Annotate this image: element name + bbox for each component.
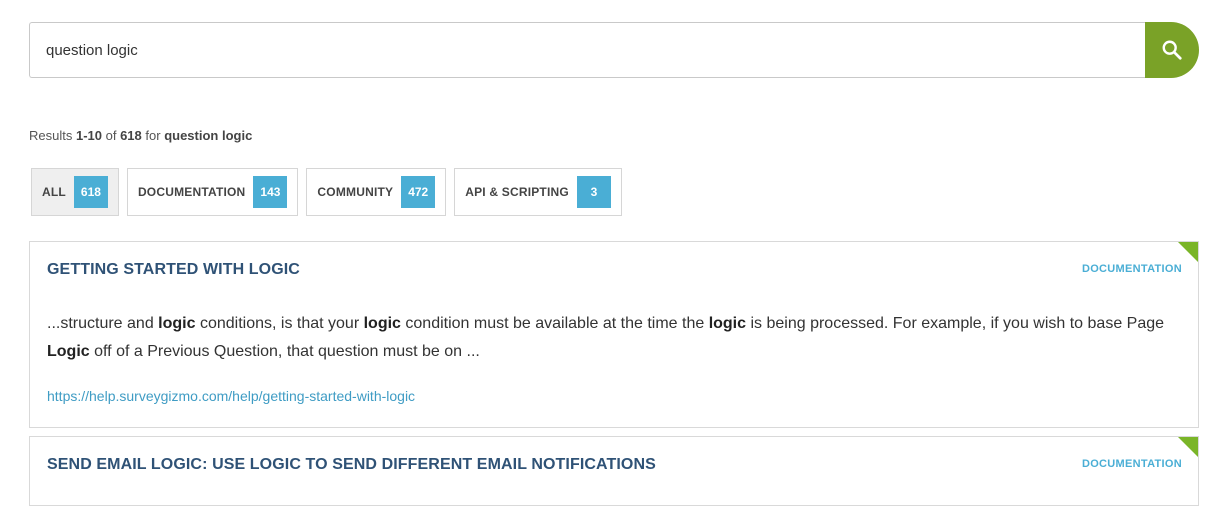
search-bar [29, 22, 1199, 78]
result-snippet: ...structure and logic conditions, is th… [47, 310, 1187, 366]
corner-marker [1178, 437, 1198, 457]
filter-label: DOCUMENTATION [137, 185, 246, 199]
corner-marker [1178, 242, 1198, 262]
snippet-text: condition must be available at the time … [400, 315, 709, 332]
snippet-highlight: Logic [47, 343, 90, 360]
result-title-link[interactable]: GETTING STARTED WITH LOGIC [47, 261, 300, 279]
result-type-label: DOCUMENTATION [1081, 263, 1182, 275]
result-title-link[interactable]: SEND EMAIL LOGIC: USE LOGIC TO SEND DIFF… [47, 456, 656, 474]
snippet-text: ...structure and [47, 315, 159, 332]
result-url-link[interactable]: https://help.surveygizmo.com/help/gettin… [47, 388, 415, 404]
result-type-label: DOCUMENTATION [1081, 458, 1182, 470]
search-result-card: GETTING STARTED WITH LOGIC DOCUMENTATION… [29, 241, 1199, 428]
search-result-card: SEND EMAIL LOGIC: USE LOGIC TO SEND DIFF… [29, 436, 1199, 506]
search-input[interactable] [29, 22, 1163, 78]
filter-label: ALL [42, 185, 66, 199]
filter-count-badge: 472 [401, 176, 436, 208]
filter-count-badge: 3 [576, 176, 611, 208]
filter-tab-api-scripting[interactable]: API & SCRIPTING 3 [454, 168, 622, 216]
filter-count-badge: 143 [253, 176, 288, 208]
filter-tab-documentation[interactable]: DOCUMENTATION 143 [126, 168, 299, 216]
search-button[interactable] [1145, 22, 1199, 78]
snippet-text: conditions, is that your [195, 315, 364, 332]
filter-label: COMMUNITY [317, 185, 394, 199]
filter-tabs: ALL 618 DOCUMENTATION 143 COMMUNITY 472 … [31, 168, 622, 216]
filter-tab-all[interactable]: ALL 618 [31, 168, 119, 216]
filter-label: API & SCRIPTING [465, 185, 569, 199]
filter-count-badge: 618 [73, 176, 108, 208]
snippet-text: off of a Previous Question, that questio… [89, 343, 480, 360]
snippet-text: is being processed. For example, if you … [746, 315, 1165, 332]
search-icon [1162, 40, 1182, 60]
snippet-highlight: logic [363, 315, 401, 332]
snippet-highlight: logic [708, 315, 747, 332]
snippet-highlight: logic [158, 315, 196, 332]
results-summary: Results 1-10 of 618 for question logic [29, 128, 253, 143]
filter-tab-community[interactable]: COMMUNITY 472 [306, 168, 447, 216]
